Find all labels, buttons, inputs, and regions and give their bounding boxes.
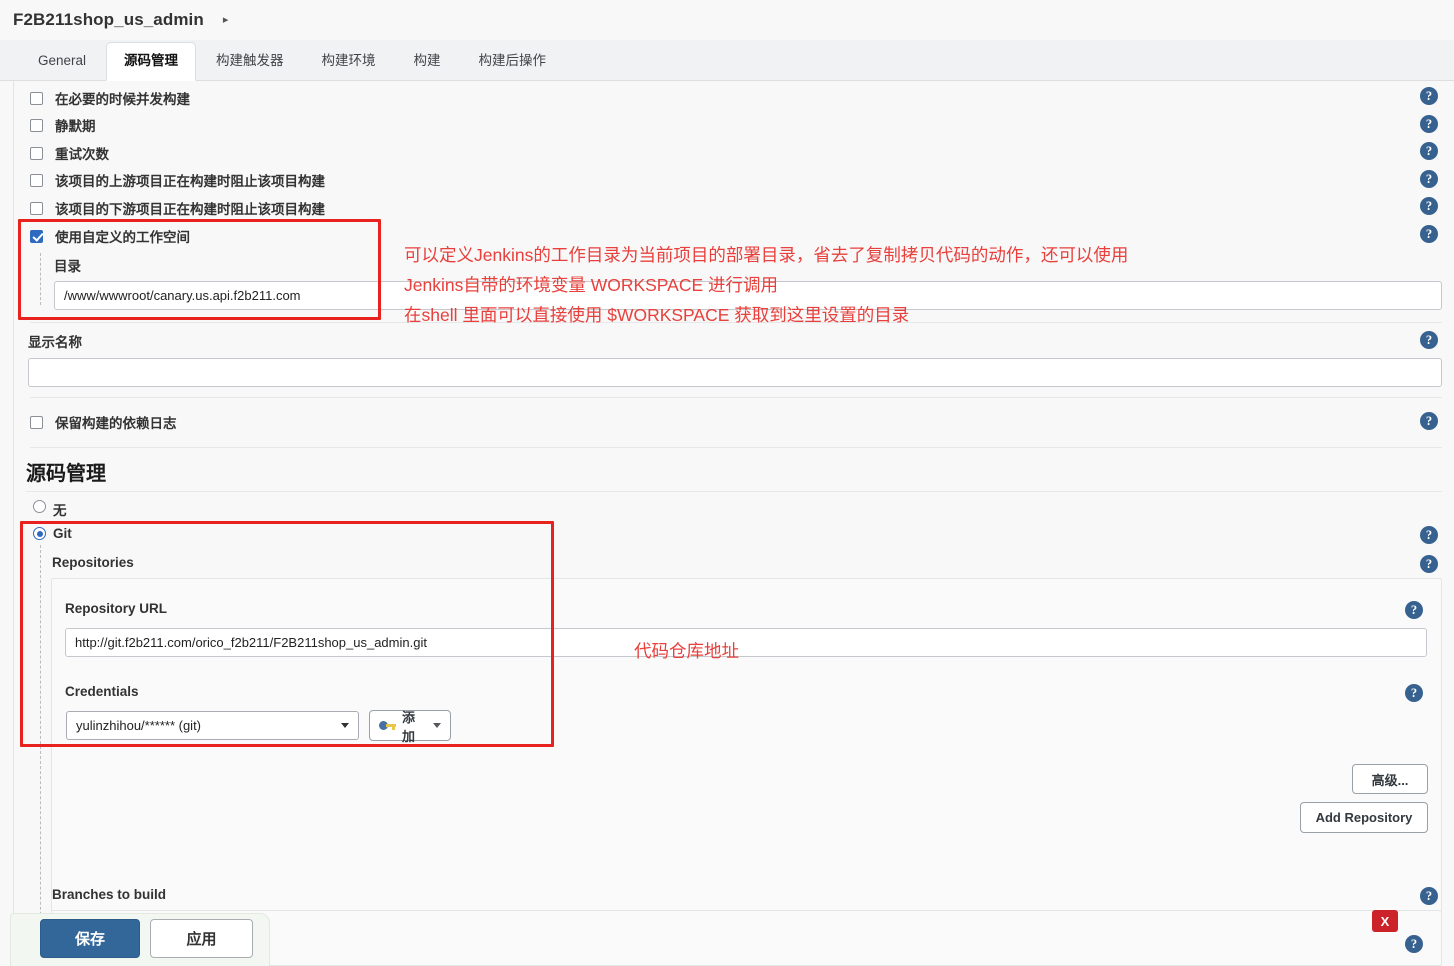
custom-workspace-label: 使用自定义的工作空间 [55, 230, 190, 245]
tab-general[interactable]: General [20, 42, 104, 80]
tab-build-triggers[interactable]: 构建触发器 [198, 42, 302, 80]
annotation-text-workspace-line1: 可以定义Jenkins的工作目录为当前项目的部署目录，省去了复制拷贝代码的动作，… [404, 245, 1129, 265]
divider-before-scm [30, 447, 1442, 448]
help-icon-branch-specifier[interactable]: ? [1405, 935, 1423, 953]
help-icon-keep-dependency-log[interactable]: ? [1420, 412, 1438, 430]
help-icon-concurrent-build[interactable]: ? [1420, 87, 1438, 105]
block-downstream-label: 该项目的下游项目正在构建时阻止该项目构建 [55, 202, 325, 217]
help-icon-branches-to-build[interactable]: ? [1420, 887, 1438, 905]
checkbox-row-quiet-period[interactable]: 静默期 [30, 115, 96, 135]
tab-source-code-management[interactable]: 源码管理 [106, 42, 197, 81]
chevron-down-icon [433, 723, 441, 728]
key-icon [379, 721, 396, 730]
help-icon-repository-url[interactable]: ? [1405, 601, 1423, 619]
concurrent-build-label: 在必要的时候并发构建 [55, 92, 190, 107]
add-repository-button[interactable]: Add Repository [1300, 802, 1428, 833]
checkbox-row-keep-dependency-log[interactable]: 保留构建的依赖日志 [30, 412, 177, 432]
custom-workspace-indent-guide [40, 253, 41, 305]
concurrent-build-checkbox[interactable] [30, 91, 43, 105]
keep-dependency-log-label: 保留构建的依赖日志 [55, 416, 177, 431]
apply-button[interactable]: 应用 [150, 919, 253, 958]
help-icon-retry-count[interactable]: ? [1420, 142, 1438, 160]
close-button[interactable]: X [1372, 910, 1398, 932]
breadcrumb: F2B211shop_us_admin ▸ [0, 0, 1454, 40]
block-upstream-checkbox[interactable] [30, 173, 43, 187]
credentials-select[interactable]: yulinzhihou/****** (git) [66, 711, 359, 740]
divider-after-display-name [30, 397, 1442, 398]
checkbox-row-custom-workspace[interactable]: 使用自定义的工作空间 [30, 226, 190, 246]
retry-count-label: 重试次数 [55, 147, 109, 162]
checkbox-row-retry-count[interactable]: 重试次数 [30, 143, 109, 163]
keep-dependency-log-checkbox[interactable] [30, 415, 43, 429]
help-icon-custom-workspace[interactable]: ? [1420, 225, 1438, 243]
advanced-button[interactable]: 高级... [1352, 764, 1428, 794]
checkbox-row-concurrent-build[interactable]: 在必要的时候并发构建 [30, 88, 190, 108]
config-form: 在必要的时候并发构建 静默期 重试次数 该项目的上游项目正在构建时阻止该项目构建… [0, 81, 1454, 966]
annotation-text-repo-url: 代码仓库地址 [634, 641, 739, 661]
help-icon-credentials[interactable]: ? [1405, 684, 1423, 702]
left-rail-divider [13, 81, 14, 966]
scm-radio-none[interactable] [33, 500, 46, 513]
help-icon-block-downstream[interactable]: ? [1420, 197, 1438, 215]
display-name-label: 显示名称 [28, 335, 82, 350]
git-indent-guide [40, 545, 41, 965]
chevron-right-icon[interactable]: ▸ [223, 14, 229, 26]
tab-build[interactable]: 构建 [396, 42, 459, 80]
help-icon-display-name[interactable]: ? [1420, 331, 1438, 349]
display-name-input[interactable] [28, 358, 1442, 387]
annotation-text-workspace-line3: 在shell 里面可以直接使用 $WORKSPACE 获取到这里设置的目录 [404, 305, 910, 325]
tab-build-environment[interactable]: 构建环境 [304, 42, 394, 80]
workspace-dir-label: 目录 [54, 259, 81, 274]
divider-under-scm-heading [26, 491, 1442, 492]
help-icon-git[interactable]: ? [1420, 526, 1438, 544]
custom-workspace-checkbox[interactable] [30, 229, 43, 243]
retry-count-checkbox[interactable] [30, 146, 43, 160]
scm-radio-git-label: Git [53, 526, 72, 541]
scm-radio-none-label: 无 [53, 503, 67, 518]
scm-radio-git[interactable] [33, 527, 46, 540]
help-icon-quiet-period[interactable]: ? [1420, 115, 1438, 133]
help-icon-repositories[interactable]: ? [1420, 555, 1438, 573]
repositories-label: Repositories [52, 555, 134, 570]
annotation-text-workspace-line2: Jenkins自带的环境变量 WORKSPACE 进行调用 [404, 275, 779, 295]
save-button[interactable]: 保存 [40, 919, 140, 958]
repository-url-input[interactable]: http://git.f2b211.com/orico_f2b211/F2B21… [65, 628, 1427, 657]
add-credentials-label: 添加 [402, 709, 416, 744]
help-icon-block-upstream[interactable]: ? [1420, 170, 1438, 188]
config-tab-bar: General 源码管理 构建触发器 构建环境 构建 构建后操作 [0, 40, 1454, 81]
chevron-down-icon [341, 723, 349, 728]
quiet-period-label: 静默期 [55, 119, 96, 134]
jenkins-job-config-page: F2B211shop_us_admin ▸ General 源码管理 构建触发器… [0, 0, 1454, 966]
branches-to-build-label: Branches to build [52, 887, 167, 902]
tab-post-build-actions[interactable]: 构建后操作 [461, 42, 565, 80]
section-heading-scm: 源码管理 [26, 463, 106, 485]
repository-url-label: Repository URL [65, 601, 168, 616]
checkbox-row-block-upstream[interactable]: 该项目的上游项目正在构建时阻止该项目构建 [30, 170, 325, 190]
credentials-label: Credentials [65, 684, 139, 699]
quiet-period-checkbox[interactable] [30, 118, 43, 132]
block-upstream-label: 该项目的上游项目正在构建时阻止该项目构建 [55, 174, 325, 189]
breadcrumb-job-name[interactable]: F2B211shop_us_admin [13, 10, 204, 30]
add-credentials-button[interactable]: 添加 [369, 710, 451, 744]
block-downstream-checkbox[interactable] [30, 201, 43, 215]
credentials-select-value: yulinzhihou/****** (git) [76, 718, 202, 733]
checkbox-row-block-downstream[interactable]: 该项目的下游项目正在构建时阻止该项目构建 [30, 198, 325, 218]
